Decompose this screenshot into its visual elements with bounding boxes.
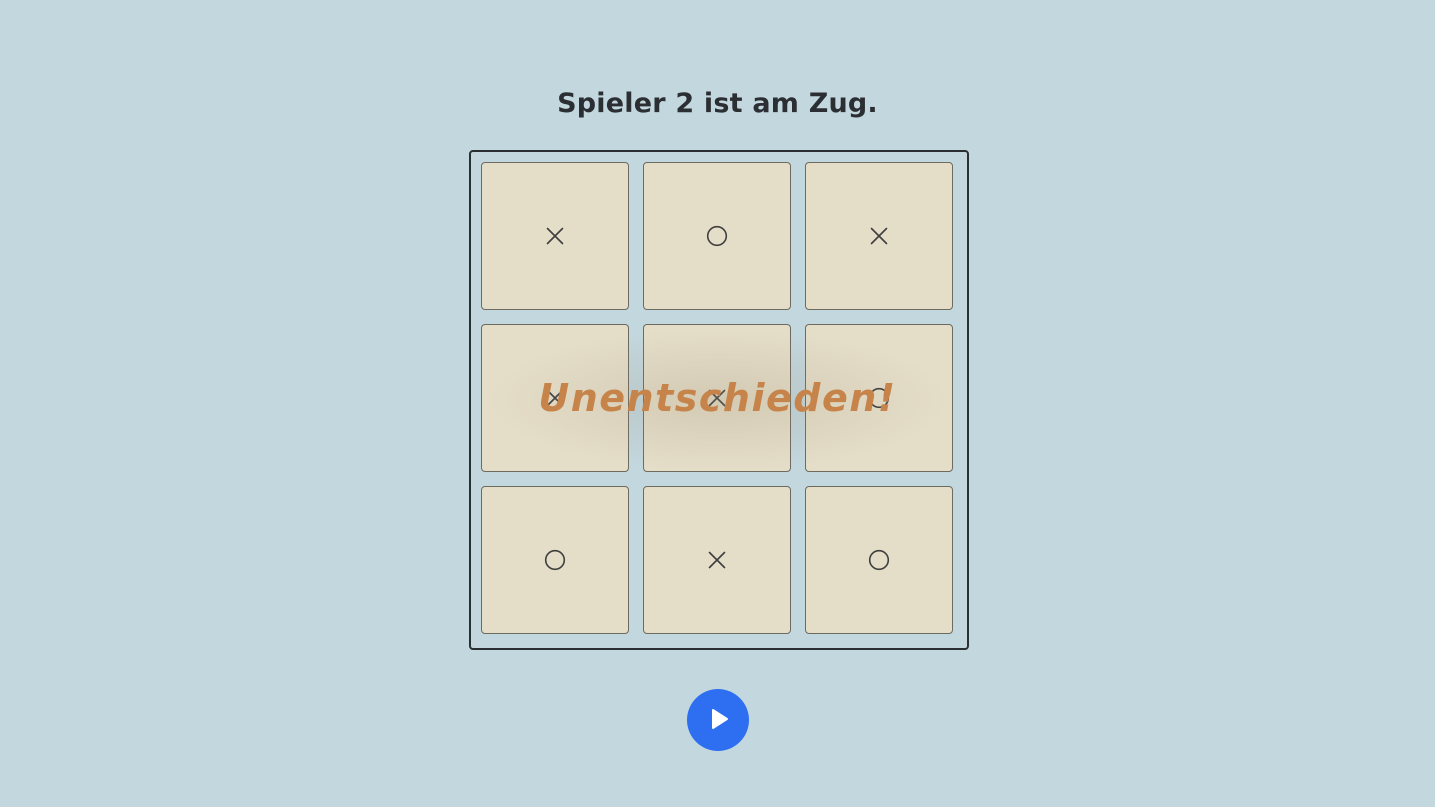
- cell-r3-c3[interactable]: [805, 486, 953, 634]
- cell-r1-c3[interactable]: [805, 162, 953, 310]
- x-mark-icon: [706, 549, 728, 571]
- x-mark-icon: [544, 387, 566, 409]
- cell-r2-c3[interactable]: [805, 324, 953, 472]
- o-mark-icon: [868, 549, 890, 571]
- cell-r1-c2[interactable]: [643, 162, 791, 310]
- turn-status: Spieler 2 ist am Zug.: [557, 88, 878, 119]
- cell-r3-c2[interactable]: [643, 486, 791, 634]
- x-mark-icon: [868, 225, 890, 247]
- o-mark-icon: [544, 549, 566, 571]
- x-mark-icon: [706, 387, 728, 409]
- play-icon: [705, 706, 731, 735]
- cell-r2-c2[interactable]: [643, 324, 791, 472]
- cell-r3-c1[interactable]: [481, 486, 629, 634]
- cell-r2-c1[interactable]: [481, 324, 629, 472]
- o-mark-icon: [706, 225, 728, 247]
- o-mark-icon: [868, 387, 890, 409]
- play-button[interactable]: [687, 689, 749, 751]
- cell-r1-c1[interactable]: [481, 162, 629, 310]
- x-mark-icon: [544, 225, 566, 247]
- game-board: [469, 150, 969, 650]
